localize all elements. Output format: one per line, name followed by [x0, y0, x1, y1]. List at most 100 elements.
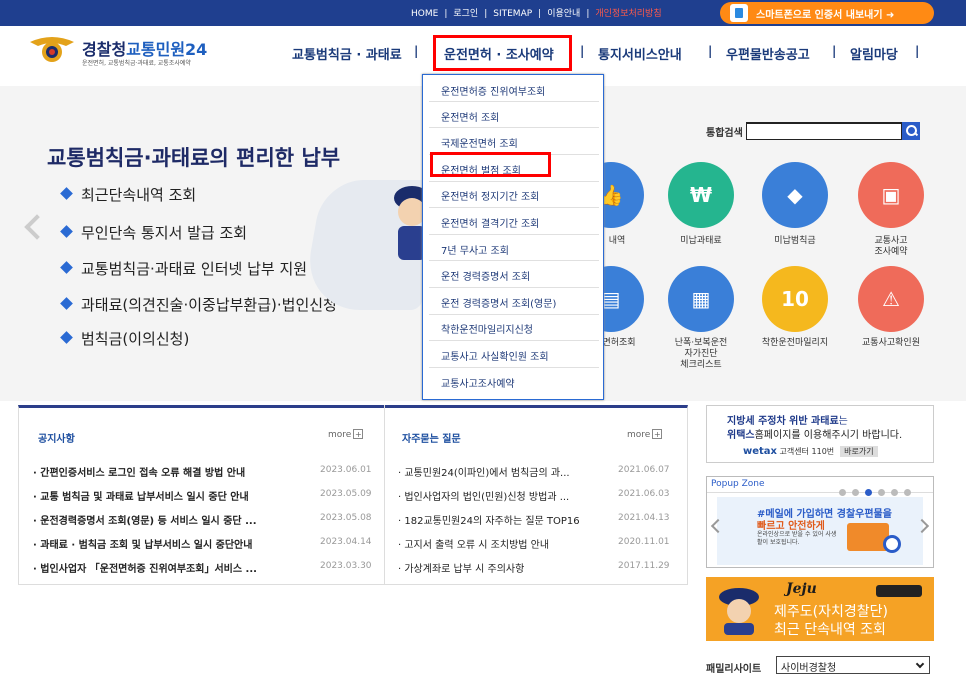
banner-item-label: 최근단속내역 조회: [81, 186, 197, 204]
banner-item[interactable]: 최근단속내역 조회: [60, 184, 197, 205]
banner-item[interactable]: 범칙금(이의신청): [60, 328, 190, 349]
banner-item-label: 범칙금(이의신청): [81, 330, 190, 348]
wetax-go-button[interactable]: 바로가기: [840, 446, 878, 457]
export-certificate-button[interactable]: 스마트폰으로 인증서 내보내기 ➜: [720, 2, 934, 24]
search-icon[interactable]: [902, 122, 920, 140]
submenu-license-authenticity[interactable]: 운전면허증 진위여부조회: [441, 83, 601, 98]
separator: |: [484, 9, 488, 19]
notice-row[interactable]: · 과태료 · 범칙금 조회 및 납부서비스 일시 중단안내: [33, 536, 315, 551]
submenu-license-check[interactable]: 운전면허 조회: [441, 109, 601, 124]
divider: [429, 340, 599, 341]
faq-more-button[interactable]: more +: [627, 429, 663, 440]
logo-title: 경찰청교통민원24: [82, 36, 207, 60]
popup-dot[interactable]: [891, 489, 898, 496]
home-link[interactable]: HOME: [411, 9, 438, 19]
submenu-accident-reservation[interactable]: 교통사고조사예약: [441, 375, 601, 390]
nav-returned-mail[interactable]: 우편물반송공고: [726, 44, 810, 63]
nav-separator: |: [832, 44, 837, 58]
wetax-line2-strong: 위택스: [727, 430, 755, 441]
notice-row[interactable]: · 운전경력증명서 조회(영문) 등 서비스 일시 중단 ...: [33, 512, 315, 527]
divider: [429, 367, 599, 368]
quick-label: 미납과태료: [680, 236, 722, 246]
submenu-driving-record[interactable]: 운전 경력증명서 조회: [441, 268, 601, 283]
license-submenu-dropdown: 운전면허증 진위여부조회 운전면허 조회 국제운전면허 조회 운전면허 벌점 조…: [422, 74, 604, 400]
notice-title[interactable]: 공지사항: [38, 430, 75, 445]
sitemap-link[interactable]: SITEMAP: [493, 9, 532, 19]
diamond-bullet-icon: [60, 297, 73, 310]
faq-date: 2021.06.07: [618, 465, 670, 475]
submenu-suspension-period[interactable]: 운전면허 정지기간 조회: [441, 188, 601, 203]
diamond-bullet-icon: [60, 225, 73, 238]
highlight-box-nav: [433, 35, 572, 71]
faq-row[interactable]: · 182교통민원24의 자주하는 질문 TOP16: [398, 512, 608, 527]
separator: |: [586, 9, 590, 19]
faq-row[interactable]: · 법인사업자의 법인(민원)신청 방법과 ...: [398, 488, 608, 503]
popup-title: Popup Zone: [711, 479, 765, 489]
wetax-line2: 위택스홈페이지를 이용해주시기 바랍니다.: [727, 426, 902, 441]
faq-row[interactable]: · 고지서 출력 오류 시 조치방법 안내: [398, 536, 608, 551]
chevron-down-icon: [915, 659, 925, 669]
nav-notification-service[interactable]: 통지서비스안내: [598, 44, 682, 63]
family-site-select[interactable]: 사이버경찰청: [776, 656, 930, 674]
popup-dot[interactable]: [852, 489, 859, 496]
submenu-international-license[interactable]: 국제운전면허 조회: [441, 135, 601, 150]
notice-row[interactable]: · 법인사업자 「운전면허증 진위여부조회」서비스 ...: [33, 560, 315, 575]
notice-row[interactable]: · 교통 범칙금 및 과태료 납부서비스 일시 중단 안내: [33, 488, 315, 503]
calendar-check-icon: ▦: [691, 287, 711, 311]
faq-row[interactable]: · 가상계좌로 납부 시 주의사항: [398, 560, 608, 575]
privacy-policy-link[interactable]: 개인정보처리방침: [595, 9, 661, 19]
faq-date: 2017.11.29: [618, 561, 670, 571]
quick-accident-reservation-button[interactable]: ▣: [858, 162, 924, 228]
top-links: HOME | 로그인 | SITEMAP | 이용안내 | 개인정보처리방침: [408, 6, 665, 19]
faq-row[interactable]: · 교통민원24(이파인)에서 범칙금의 과...: [398, 464, 608, 479]
guide-link[interactable]: 이용안내: [547, 9, 580, 19]
jeju-enforcement-banner[interactable]: Jeju 제주도(자치경찰단) 최근 단속내역 조회: [706, 577, 934, 641]
wetax-call: 고객센터 110번: [779, 447, 835, 456]
submenu-accident-confirmation[interactable]: 교통사고 사실확인원 조회: [441, 348, 601, 363]
smartphone-icon: [730, 4, 748, 22]
nav-fines[interactable]: 교통범칙금 · 과태료: [292, 44, 402, 63]
export-certificate-label: 스마트폰으로 인증서 내보내기: [756, 10, 883, 21]
submenu-good-driving-mileage[interactable]: 착한운전마일리지신청: [441, 321, 601, 336]
popup-dot[interactable]: [839, 489, 846, 496]
quick-unpaid-penalty-button[interactable]: ◆: [762, 162, 828, 228]
popup-dot-active[interactable]: [865, 489, 872, 496]
wetax-line2-rest: 홈페이지를 이용해주시기 바랍니다.: [754, 430, 903, 441]
notice-row[interactable]: · 간편인증서비스 로그인 접속 오류 해결 방법 안내: [33, 464, 315, 479]
banner-item-label: 무인단속 통지서 발급 조회: [81, 224, 248, 242]
submenu-disqualification-period[interactable]: 운전면허 결격기간 조회: [441, 215, 601, 230]
banner-item[interactable]: 무인단속 통지서 발급 조회: [60, 222, 248, 243]
banner-item[interactable]: 과태료(의견진술·이중납부환급)·법인신청: [60, 294, 337, 315]
submenu-7-year-accident-free[interactable]: 7년 무사고 조회: [441, 242, 601, 257]
divider: [429, 207, 599, 208]
nav-separator: |: [580, 44, 585, 58]
car-icon: [876, 585, 922, 597]
quick-good-driving-mileage-button[interactable]: 10: [762, 266, 828, 332]
popup-line2: 빠르고 안전하게: [757, 521, 825, 532]
quick-aggressive-driving-checklist-button[interactable]: ▦: [668, 266, 734, 332]
wetax-logo: wetax: [743, 446, 777, 457]
nav-separator: |: [708, 44, 713, 58]
submenu-driving-record-english[interactable]: 운전 경력증명서 조회(영문): [441, 295, 601, 310]
banner-item[interactable]: 교통범칙금·과태료 인터넷 납부 지원 등: [60, 258, 326, 279]
quick-accident-confirmation-button[interactable]: ⚠: [858, 266, 924, 332]
quick-label: 난폭·보복운전 자가진단 체크리스트: [674, 338, 728, 370]
family-site-label: 패밀리사이트: [706, 664, 762, 675]
more-label: more: [627, 430, 651, 440]
divider: [429, 287, 599, 288]
separator: |: [538, 9, 542, 19]
wetax-banner[interactable]: 지방세 주정차 위반 과태료는 위택스홈페이지를 이용해주시기 바랍니다. we…: [706, 405, 934, 463]
login-link[interactable]: 로그인: [453, 9, 478, 19]
quick-unpaid-fines-button[interactable]: ₩: [668, 162, 734, 228]
popup-dot[interactable]: [904, 489, 911, 496]
logo-agency: 경찰청: [82, 40, 127, 59]
notice-date: 2023.03.30: [320, 561, 372, 571]
notice-more-button[interactable]: more +: [328, 429, 364, 440]
search-input[interactable]: [746, 122, 902, 140]
banner-title: 교통범칙금·과태료의 편리한 납부: [47, 146, 341, 170]
highlight-box-penalty-points: [430, 152, 551, 177]
nav-notice[interactable]: 알림마당: [850, 44, 898, 63]
search-label: 통합검색: [706, 128, 743, 139]
popup-dot[interactable]: [878, 489, 885, 496]
faq-title[interactable]: 자주묻는 질문: [402, 430, 461, 445]
